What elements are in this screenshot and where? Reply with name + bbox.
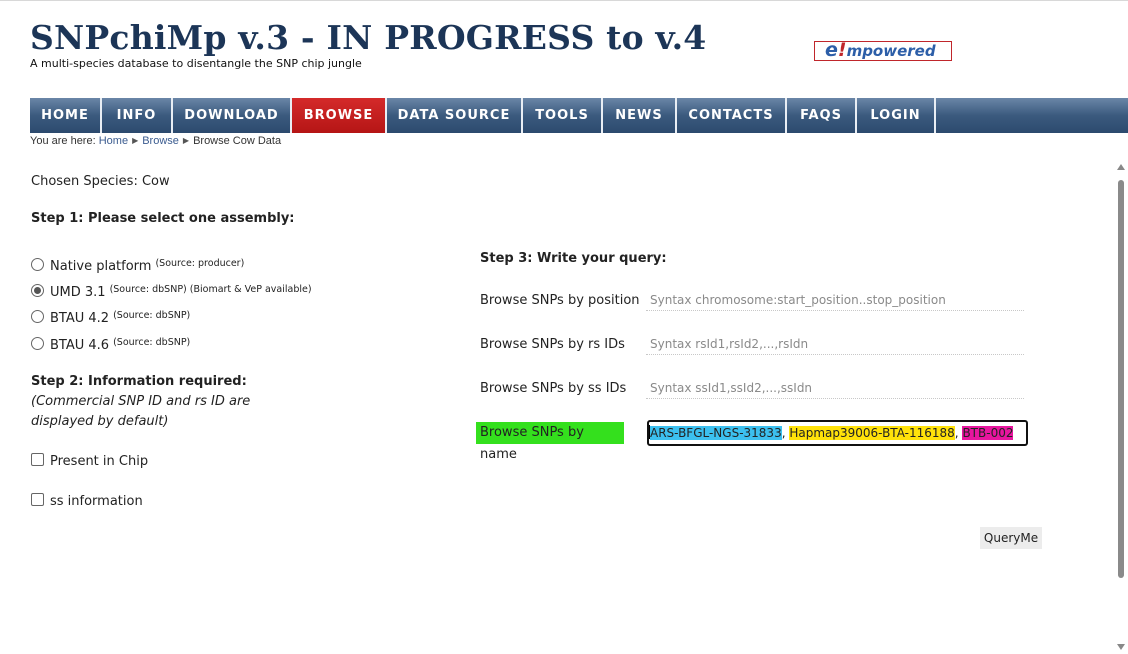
assembly-source: (Source: producer) bbox=[155, 258, 245, 269]
assembly-option-umd31: UMD 3.1 (Source: dbSNP) (Biomart & VeP av… bbox=[50, 284, 312, 300]
nav-browse[interactable]: BROWSE bbox=[292, 98, 387, 133]
breadcrumb-current: Browse Cow Data bbox=[193, 135, 282, 147]
assembly-source: (Source: dbSNP) bbox=[113, 337, 191, 348]
breadcrumb-browse-link[interactable]: Browse bbox=[142, 135, 179, 147]
query-position-input[interactable] bbox=[646, 289, 1024, 311]
name-token: ARS-BFGL-NGS-31833 bbox=[650, 426, 782, 440]
site-subtitle: A multi-species database to disentangle … bbox=[30, 57, 362, 70]
scroll-up-arrow-icon[interactable] bbox=[1117, 164, 1125, 170]
ss-information-checkbox[interactable] bbox=[31, 493, 44, 506]
logo-exclamation: ! bbox=[837, 39, 847, 61]
assembly-option-btau46: BTAU 4.6 (Source: dbSNP) bbox=[50, 337, 190, 353]
step2-note-line1: (Commercial SNP ID and rs ID are bbox=[31, 394, 251, 409]
logo-text: mpowered bbox=[846, 42, 936, 60]
empowered-logo[interactable]: e!mpowered bbox=[814, 41, 952, 61]
radio-umd-3-1[interactable] bbox=[31, 284, 44, 297]
assembly-source: (Source: dbSNP) (Biomart & VeP available… bbox=[109, 284, 312, 295]
present-in-chip-label: Present in Chip bbox=[50, 454, 149, 469]
scrollbar-thumb[interactable] bbox=[1118, 180, 1124, 578]
main-nav: HOME INFO DOWNLOAD BROWSE DATA SOURCE TO… bbox=[30, 98, 1128, 133]
query-rs-input[interactable] bbox=[646, 333, 1024, 355]
name-token: BTB-002 bbox=[962, 426, 1014, 440]
nav-tools[interactable]: TOOLS bbox=[523, 98, 603, 133]
query-position-label: Browse SNPs by position bbox=[480, 293, 640, 308]
nav-login[interactable]: LOGIN bbox=[857, 98, 936, 133]
breadcrumb-arrow-icon: ▶ bbox=[132, 136, 139, 145]
query-name-label: Browse SNPs by name bbox=[476, 422, 624, 462]
step1-title: Step 1: Please select one assembly: bbox=[31, 211, 295, 226]
present-in-chip-checkbox[interactable] bbox=[31, 453, 44, 466]
assembly-option-btau42: BTAU 4.2 (Source: dbSNP) bbox=[50, 310, 190, 326]
assembly-label: BTAU 4.2 bbox=[50, 311, 110, 326]
nav-download[interactable]: DOWNLOAD bbox=[173, 98, 292, 133]
assembly-option-native: Native platform (Source: producer) bbox=[50, 258, 244, 274]
nav-contacts[interactable]: CONTACTS bbox=[677, 98, 787, 133]
step2-note-line2: displayed by default) bbox=[31, 414, 169, 429]
nav-home[interactable]: HOME bbox=[30, 98, 102, 133]
breadcrumb-prefix: You are here: bbox=[30, 135, 96, 147]
query-ss-input[interactable] bbox=[646, 377, 1024, 399]
nav-data-source[interactable]: DATA SOURCE bbox=[387, 98, 523, 133]
scroll-down-arrow-icon[interactable] bbox=[1117, 644, 1125, 650]
radio-btau-4-6[interactable] bbox=[31, 337, 44, 350]
ss-information-label: ss information bbox=[50, 494, 143, 509]
top-border bbox=[0, 0, 1128, 1]
nav-faqs[interactable]: FAQS bbox=[787, 98, 857, 133]
site-title: SNPchiMp v.3 - IN PROGRESS to v.4 bbox=[30, 18, 707, 57]
radio-native-platform[interactable] bbox=[31, 258, 44, 271]
breadcrumb-home-link[interactable]: Home bbox=[99, 135, 128, 147]
assembly-label: UMD 3.1 bbox=[50, 285, 106, 300]
step2-title: Step 2: Information required: bbox=[31, 374, 247, 389]
assembly-source: (Source: dbSNP) bbox=[113, 310, 191, 321]
query-name-input[interactable]: ARS-BFGL-NGS-31833, Hapmap39006-BTA-1161… bbox=[647, 420, 1028, 446]
step3-title: Step 3: Write your query: bbox=[480, 251, 667, 266]
breadcrumb-arrow-icon: ▶ bbox=[182, 136, 190, 145]
name-token: Hapmap39006-BTA-116188 bbox=[789, 426, 955, 440]
chosen-species: Chosen Species: Cow bbox=[31, 174, 170, 189]
logo-mark: e bbox=[825, 39, 838, 61]
page-scrollbar[interactable] bbox=[1114, 160, 1128, 654]
nav-news[interactable]: NEWS bbox=[603, 98, 677, 133]
query-me-button[interactable]: QueryMe bbox=[980, 527, 1042, 549]
breadcrumb: You are here: Home ▶ Browse ▶ Browse Cow Dat… bbox=[30, 135, 281, 147]
query-rs-label: Browse SNPs by rs IDs bbox=[480, 337, 625, 352]
assembly-label: BTAU 4.6 bbox=[50, 338, 110, 353]
radio-btau-4-2[interactable] bbox=[31, 310, 44, 323]
query-ss-label: Browse SNPs by ss IDs bbox=[480, 381, 627, 396]
assembly-label: Native platform bbox=[50, 259, 152, 274]
nav-info[interactable]: INFO bbox=[102, 98, 173, 133]
